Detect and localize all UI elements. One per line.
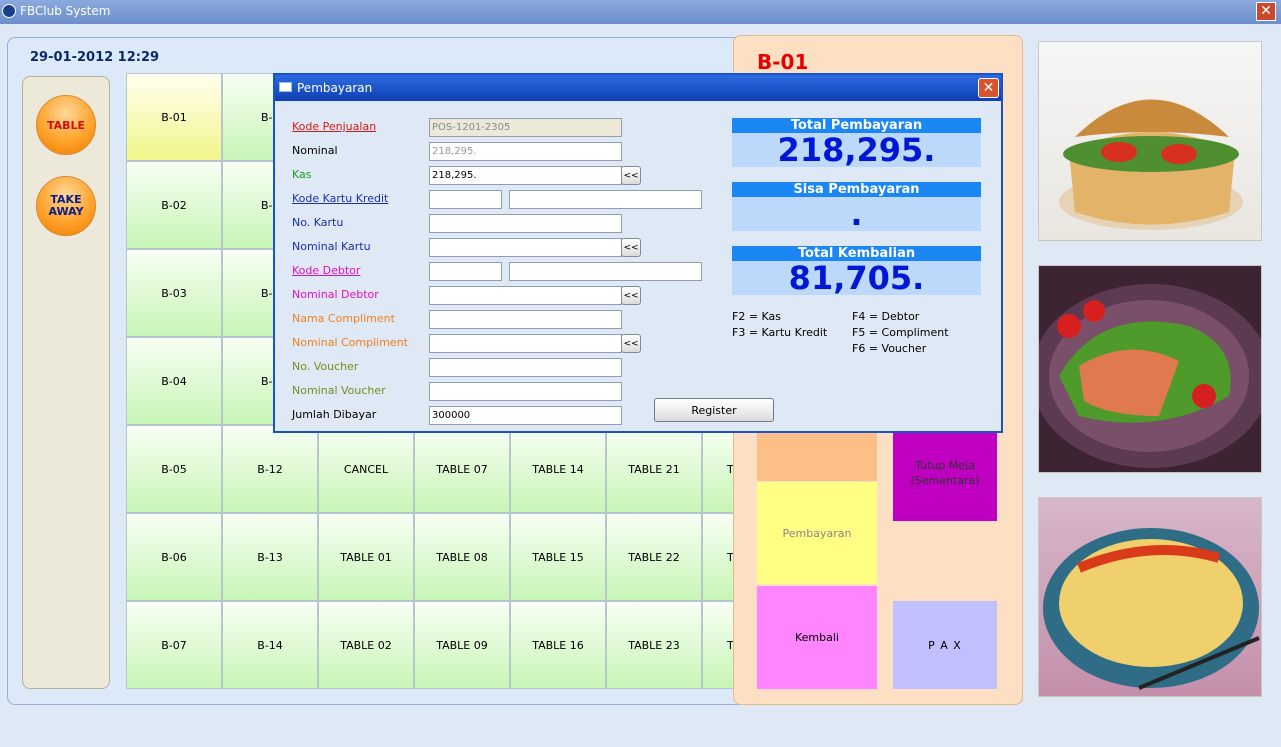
table-cell[interactable]: T [702,425,734,513]
kode-penjualan-field: POS-1201-2305 [429,118,622,137]
spaghetti-photo [1038,497,1262,697]
jumlah-dibayar-field[interactable]: 300000 [429,406,622,425]
table-cell[interactable]: B-03 [126,249,222,337]
shortcut-f3: F3 = Kartu Kredit [732,326,828,339]
nominal-debtor-field[interactable] [429,286,622,305]
table-cell[interactable]: TABLE 08 [414,513,510,601]
table-cell[interactable]: TABLE 23 [606,601,702,689]
table-cell[interactable]: CANCEL [318,425,414,513]
kode-kartu-kredit-field[interactable] [429,190,502,209]
table-cell[interactable]: TABLE 16 [510,601,606,689]
table-cell[interactable]: B-14 [222,601,318,689]
table-cell[interactable]: B-05 [126,425,222,513]
dialog-close-button[interactable]: ✕ [978,78,999,98]
pembayaran-dialog: Pembayaran ✕ Kode Penjualan Nominal Kas … [273,73,1003,433]
nominal-voucher-field[interactable] [429,382,622,401]
shortcut-f6: F6 = Voucher [852,342,927,355]
nominal-compliment-fill-button[interactable]: << [621,334,641,353]
no-voucher-field[interactable] [429,358,622,377]
window-titlebar: FBClub System ✕ [0,0,1281,24]
takeaway-mode-button[interactable]: TAKE AWAY [36,176,96,236]
kode-penjualan-label[interactable]: Kode Penjualan [292,120,376,133]
debtor-name-field[interactable] [509,262,702,281]
nominal-compliment-label: Nominal Compliment [292,336,408,349]
table-cell[interactable]: B-06 [126,513,222,601]
table-cell[interactable]: TABLE 21 [606,425,702,513]
shortcut-f2: F2 = Kas [732,310,782,323]
no-voucher-label: No. Voucher [292,360,359,373]
no-kartu-label: No. Kartu [292,216,344,229]
total-kembalian-value: 81,705. [732,261,981,295]
kembali-button[interactable]: Kembali [757,586,877,689]
nominal-field[interactable]: 218,295. [429,142,622,161]
table-cell[interactable]: TABLE 14 [510,425,606,513]
nominal-compliment-field[interactable] [429,334,622,353]
shortcut-f4: F4 = Debtor [852,310,920,323]
kas-fill-button[interactable]: << [621,166,641,185]
table-cell[interactable]: B-12 [222,425,318,513]
nominal-debtor-label: Nominal Debtor [292,288,379,301]
jumlah-dibayar-label: Jumlah Dibayar [292,408,377,421]
nominal-voucher-label: Nominal Voucher [292,384,386,397]
orange-action-button[interactable] [757,425,877,481]
table-cell[interactable]: B-02 [126,161,222,249]
kode-debtor-field[interactable] [429,262,502,281]
table-cell[interactable]: TABLE 09 [414,601,510,689]
kartu-kredit-name-field[interactable] [509,190,702,209]
shortcut-f5: F5 = Compliment [852,326,949,339]
nominal-kartu-fill-button[interactable]: << [621,238,641,257]
table-cell[interactable]: TABLE 22 [606,513,702,601]
app-icon [2,4,16,18]
kode-debtor-label[interactable]: Kode Debtor [292,264,360,277]
window-title: FBClub System [20,4,111,18]
nominal-kartu-field[interactable] [429,238,622,257]
table-cell[interactable]: TABLE 02 [318,601,414,689]
sandwich-photo [1038,41,1262,241]
dialog-titlebar: Pembayaran ✕ [275,75,1001,101]
total-pembayaran-value: 218,295. [732,133,981,167]
window-icon [279,82,292,92]
nominal-label: Nominal [292,144,338,157]
table-mode-button[interactable]: TABLE [36,95,96,155]
nominal-kartu-label: Nominal Kartu [292,240,371,253]
table-cell[interactable]: TABLE 07 [414,425,510,513]
table-cell[interactable]: B-07 [126,601,222,689]
pax-button[interactable]: P A X [893,601,997,689]
tutup-meja-button[interactable]: Tutup Meja (Sementara) [893,425,997,521]
selected-table-code: B-01 [757,50,809,74]
table-cell[interactable]: T [702,601,734,689]
register-button[interactable]: Register [654,398,774,422]
table-cell[interactable]: TABLE 15 [510,513,606,601]
table-cell[interactable]: T [702,513,734,601]
salmon-salad-photo [1038,265,1262,473]
dialog-title: Pembayaran [297,81,373,95]
table-cell[interactable]: B-01 [126,73,222,161]
kas-field[interactable]: 218,295. [429,166,622,185]
mode-sidebar [22,76,110,689]
pembayaran-button[interactable]: Pembayaran [757,482,877,584]
kode-kartu-kredit-label[interactable]: Kode Kartu Kredit [292,192,388,205]
sisa-pembayaran-value: . [732,197,981,231]
datetime-label: 29-01-2012 12:29 [30,50,160,65]
nama-compliment-label: Nama Compliment [292,312,395,325]
table-cell[interactable]: B-04 [126,337,222,425]
no-kartu-field[interactable] [429,214,622,233]
table-cell[interactable]: TABLE 01 [318,513,414,601]
nominal-debtor-fill-button[interactable]: << [621,286,641,305]
window-close-button[interactable]: ✕ [1256,2,1276,21]
table-cell[interactable]: B-13 [222,513,318,601]
kas-label: Kas [292,168,312,181]
nama-compliment-field[interactable] [429,310,622,329]
